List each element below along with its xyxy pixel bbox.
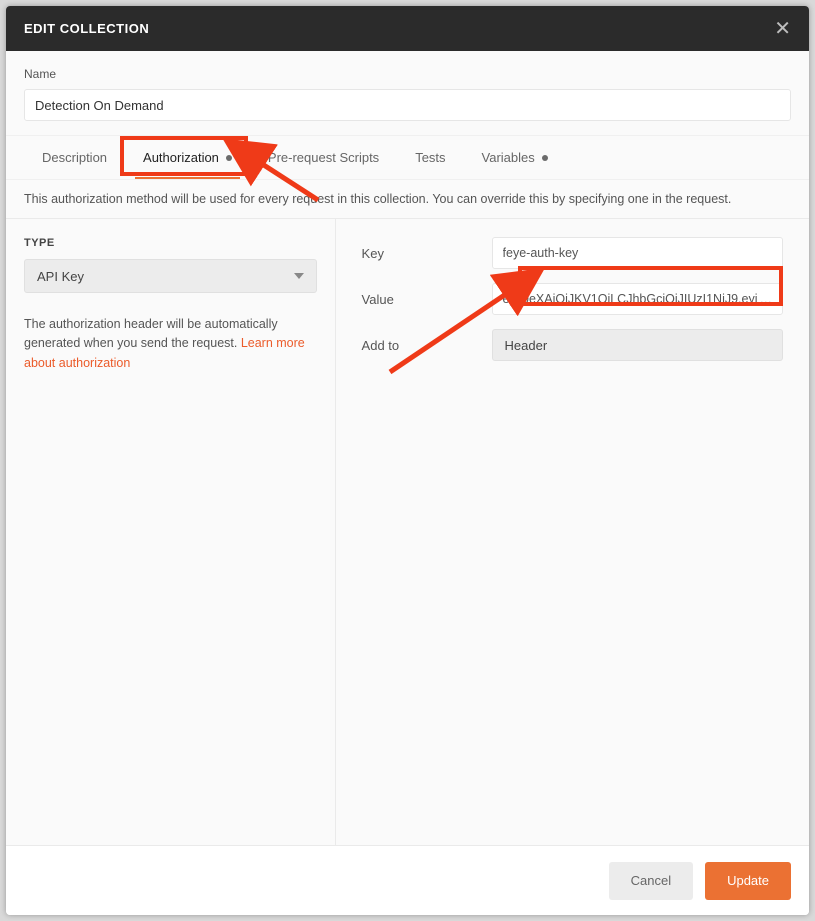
auth-type-help: The authorization header will be automat…	[24, 315, 317, 373]
value-input[interactable]: eyJ0eXAiOiJKV1QiLCJhbGciOiJIUzI1NiJ9.eyj…	[492, 283, 783, 315]
tab-label: Description	[42, 150, 107, 165]
key-input[interactable]	[492, 237, 783, 269]
update-button[interactable]: Update	[705, 862, 791, 900]
tab-pre-request-scripts[interactable]: Pre-request Scripts	[250, 136, 397, 179]
addto-select[interactable]: Header	[492, 329, 783, 361]
value-input-text: eyJ0eXAiOiJKV1QiLCJhbGciOiJIUzI1NiJ9.eyj	[503, 292, 758, 306]
addto-row: Add to Header	[362, 329, 783, 361]
tab-label: Tests	[415, 150, 445, 165]
chevron-down-icon	[294, 273, 304, 279]
tab-label: Variables	[482, 150, 535, 165]
auth-type-value: API Key	[37, 269, 84, 284]
close-icon: ✕	[774, 18, 791, 40]
auth-type-help-text: The authorization header will be automat…	[24, 317, 278, 350]
edit-collection-modal: EDIT COLLECTION ✕ Name Description Autho…	[6, 6, 809, 915]
name-section: Name	[6, 51, 809, 136]
key-row: Key	[362, 237, 783, 269]
auth-fields-pane: Key Value eyJ0eXAiOiJKV1QiLCJhbGciOiJIUz…	[336, 219, 809, 845]
addto-label: Add to	[362, 338, 492, 353]
type-label: TYPE	[24, 237, 317, 249]
auth-config: TYPE API Key The authorization header wi…	[6, 219, 809, 845]
tab-label: Authorization	[143, 150, 219, 165]
modal-body: Name Description Authorization Pre-reque…	[6, 51, 809, 845]
key-label: Key	[362, 246, 492, 261]
auth-type-select[interactable]: API Key	[24, 259, 317, 293]
modal-title: EDIT COLLECTION	[24, 21, 149, 36]
tab-label: Pre-request Scripts	[268, 150, 379, 165]
modified-indicator-icon	[542, 155, 548, 161]
value-row: Value eyJ0eXAiOiJKV1QiLCJhbGciOiJIUzI1Ni…	[362, 283, 783, 315]
tabs: Description Authorization Pre-request Sc…	[6, 136, 809, 180]
value-label: Value	[362, 292, 492, 307]
modal-header: EDIT COLLECTION ✕	[6, 6, 809, 51]
collection-name-input[interactable]	[24, 89, 791, 121]
tab-authorization[interactable]: Authorization	[125, 136, 250, 179]
modal-footer: Cancel Update	[6, 845, 809, 915]
ellipsis-icon: …	[760, 292, 773, 306]
addto-value: Header	[505, 338, 548, 353]
tab-variables[interactable]: Variables	[464, 136, 566, 179]
close-button[interactable]: ✕	[774, 19, 791, 39]
name-label: Name	[24, 67, 791, 81]
modified-indicator-icon	[226, 155, 232, 161]
tab-tests[interactable]: Tests	[397, 136, 463, 179]
auth-help-text: This authorization method will be used f…	[6, 180, 809, 219]
tab-description[interactable]: Description	[24, 136, 125, 179]
auth-type-pane: TYPE API Key The authorization header wi…	[6, 219, 336, 845]
cancel-button[interactable]: Cancel	[609, 862, 693, 900]
